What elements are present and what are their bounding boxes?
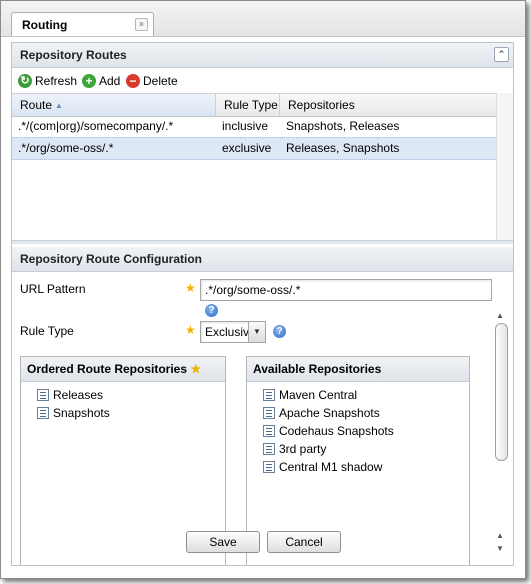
column-route-label: Route	[20, 98, 53, 112]
tab-label: Routing	[22, 18, 68, 32]
url-pattern-input[interactable]: .*/org/some-oss/.*	[200, 279, 492, 301]
repository-icon	[37, 389, 49, 401]
repository-icon	[37, 407, 49, 419]
repository-icon	[263, 389, 275, 401]
list-item[interactable]: Maven Central	[263, 386, 357, 404]
tab-routing[interactable]: Routing ×	[11, 12, 154, 36]
rule-type-cell: inclusive	[222, 119, 269, 133]
config-section-header: Repository Route Configuration	[12, 247, 513, 272]
delete-button[interactable]: − Delete	[126, 73, 178, 89]
rule-type-label: Rule Type	[20, 324, 74, 338]
refresh-button[interactable]: ↻ Refresh	[18, 73, 77, 89]
routes-section-header: Repository Routes ⌃	[12, 43, 513, 68]
list-item-label: Apache Snapshots	[279, 406, 380, 420]
column-repositories-label: Repositories	[288, 98, 355, 112]
form-scrollbar[interactable]: ▲ ▲ ▼	[493, 311, 509, 565]
list-item[interactable]: Apache Snapshots	[263, 404, 380, 422]
repository-icon	[263, 443, 275, 455]
add-label: Add	[99, 74, 121, 88]
repositories-cell: Snapshots, Releases	[286, 119, 400, 133]
scroll-up-icon[interactable]: ▲	[496, 311, 504, 320]
routes-grid-body: .*/(com|org)/somecompany/.* inclusive Sn…	[12, 116, 497, 240]
list-item[interactable]: Releases	[37, 386, 103, 404]
chevron-down-icon[interactable]: ▼	[248, 322, 265, 342]
config-section-title: Repository Route Configuration	[20, 252, 202, 266]
delete-label: Delete	[143, 74, 178, 88]
ordered-repositories-title: Ordered Route Repositories	[27, 362, 188, 376]
scroll-up-icon[interactable]: ▲	[496, 531, 504, 540]
table-row[interactable]: .*/org/some-oss/.* exclusive Releases, S…	[12, 137, 497, 160]
column-repositories[interactable]: Repositories	[280, 94, 497, 116]
routes-section-title: Repository Routes	[20, 48, 127, 62]
add-icon: +	[82, 74, 96, 88]
repositories-cell: Releases, Snapshots	[286, 141, 400, 155]
ordered-repositories-header: Ordered Route Repositories ★	[21, 357, 225, 382]
available-repositories-header: Available Repositories	[247, 357, 469, 382]
route-cell: .*/org/some-oss/.*	[18, 141, 114, 155]
scroll-down-icon[interactable]: ▼	[496, 544, 504, 553]
refresh-label: Refresh	[35, 74, 78, 88]
list-item-label: Central M1 shadow	[279, 460, 383, 474]
add-button[interactable]: + Add	[82, 73, 120, 89]
repository-icon	[263, 407, 275, 419]
required-star-icon: ★	[185, 281, 196, 295]
list-item-label: 3rd party	[279, 442, 327, 456]
list-item[interactable]: Central M1 shadow	[263, 458, 382, 476]
list-item-label: Maven Central	[279, 388, 358, 402]
grid-scrollbar[interactable]	[496, 93, 513, 240]
panel-splitter[interactable]	[12, 240, 513, 244]
list-item[interactable]: 3rd party	[263, 440, 326, 458]
delete-icon: −	[126, 74, 140, 88]
save-button[interactable]: Save	[186, 531, 260, 553]
sort-ascending-icon: ▲	[55, 101, 63, 110]
collapse-icon[interactable]: ⌃	[494, 47, 509, 62]
repository-icon	[263, 461, 275, 473]
refresh-icon: ↻	[18, 74, 32, 88]
cancel-button[interactable]: Cancel	[267, 531, 341, 553]
list-item[interactable]: Snapshots	[37, 404, 110, 422]
url-pattern-label: URL Pattern	[20, 282, 86, 296]
list-item-label: Codehaus Snapshots	[279, 424, 394, 438]
routing-panel: Repository Routes ⌃ ↻ Refresh + Add − De…	[11, 42, 514, 566]
help-icon[interactable]: ?	[205, 304, 218, 317]
rule-type-cell: exclusive	[222, 141, 272, 155]
list-item-label: Releases	[53, 388, 104, 402]
close-icon[interactable]: ×	[135, 18, 148, 31]
scrollbar-thumb[interactable]	[495, 323, 508, 461]
tab-strip: Routing ×	[1, 1, 525, 37]
route-cell: .*/(com|org)/somecompany/.*	[18, 119, 174, 133]
routing-window: Routing × Repository Routes ⌃ ↻ Refresh …	[0, 0, 526, 579]
routes-grid-header: Route ▲ Rule Type Repositories	[12, 93, 497, 117]
available-repositories-title: Available Repositories	[253, 362, 382, 376]
required-star-icon: ★	[190, 362, 202, 376]
column-rule-type-label: Rule Type	[224, 98, 278, 112]
routes-toolbar: ↻ Refresh + Add − Delete	[12, 68, 513, 93]
table-row[interactable]: .*/(com|org)/somecompany/.* inclusive Sn…	[12, 116, 497, 138]
column-rule-type[interactable]: Rule Type	[216, 94, 280, 116]
list-item-label: Snapshots	[53, 406, 110, 420]
help-icon[interactable]: ?	[273, 325, 286, 338]
repository-icon	[263, 425, 275, 437]
required-star-icon: ★	[185, 323, 196, 337]
list-item[interactable]: Codehaus Snapshots	[263, 422, 394, 440]
rule-type-value: Exclusiv	[205, 325, 250, 339]
column-route[interactable]: Route ▲	[12, 94, 216, 116]
rule-type-select[interactable]: Exclusiv ▼	[200, 321, 266, 343]
